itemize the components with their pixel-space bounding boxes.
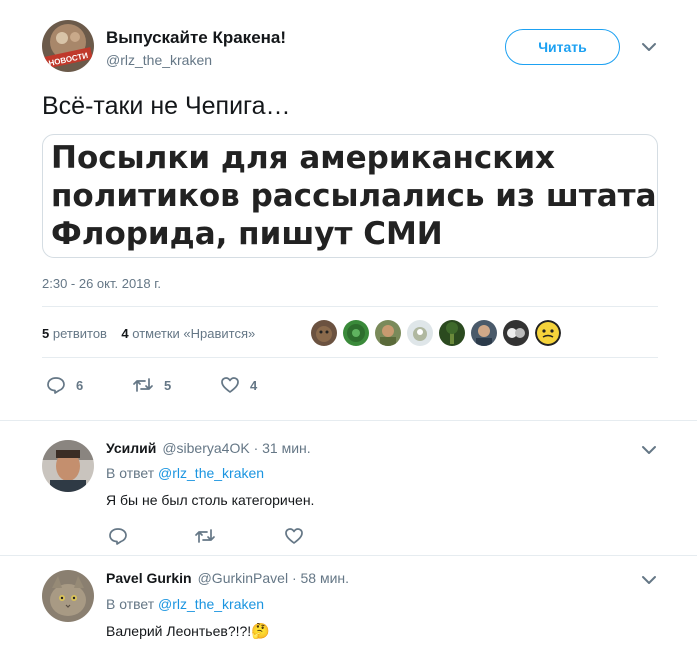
chevron-down-icon[interactable] xyxy=(640,38,658,56)
liker-avatar[interactable] xyxy=(439,320,465,346)
like-count[interactable]: 4 xyxy=(121,326,128,341)
retweet-count[interactable]: 5 xyxy=(42,326,49,341)
liker-avatar[interactable] xyxy=(407,320,433,346)
divider xyxy=(42,306,658,307)
reply-author-name[interactable]: Усилий xyxy=(106,440,156,456)
retweet-icon xyxy=(133,378,153,392)
in-reply-prefix: В ответ xyxy=(106,596,155,612)
chevron-down-icon[interactable] xyxy=(640,571,658,589)
reply-header: Усилий @siberya4OK · 31 мин. xyxy=(106,440,311,456)
in-reply-to-link[interactable]: @rlz_the_kraken xyxy=(158,596,264,612)
tweet-timestamp[interactable]: 2:30 - 26 окт. 2018 г. xyxy=(42,276,161,291)
reply-button[interactable]: 6 xyxy=(46,376,83,394)
retweet-button[interactable]: 5 xyxy=(132,376,171,394)
reply-author-name[interactable]: Pavel Gurkin xyxy=(106,570,192,586)
in-reply-prefix: В ответ xyxy=(106,465,155,481)
reply-retweet-button[interactable] xyxy=(194,527,216,550)
media-card[interactable]: Посылки для американских политиков рассы… xyxy=(42,134,658,258)
like-button[interactable]: 4 xyxy=(220,376,257,394)
liker-avatar[interactable] xyxy=(503,320,529,346)
liker-avatar[interactable] xyxy=(343,320,369,346)
card-headline-line: политиков рассылались из штата xyxy=(51,178,657,214)
reply-like-button[interactable] xyxy=(284,527,304,550)
reply-reply-button[interactable] xyxy=(108,527,128,550)
tweet-stats: 5 ретвитов 4 отметки «Нравится» xyxy=(42,326,255,341)
in-reply-to-link[interactable]: @rlz_the_kraken xyxy=(158,465,264,481)
retweet-icon xyxy=(195,529,215,543)
thinking-face-icon: 🤔 xyxy=(251,623,270,640)
reply-author-handle[interactable]: @GurkinPavel · 58 мин. xyxy=(198,570,349,586)
reply-count: 6 xyxy=(76,377,84,393)
liker-avatar[interactable] xyxy=(375,320,401,346)
reply-avatar[interactable] xyxy=(42,440,94,492)
retweet-action-count: 5 xyxy=(164,377,172,393)
card-headline: Посылки для американских политиков рассы… xyxy=(51,139,657,253)
reply-text: Я бы не был столь категоричен. xyxy=(106,492,315,508)
reply-text: Валерий Леонтьев?!?!🤔 xyxy=(106,622,270,640)
author-avatar[interactable]: НОВОСТИ xyxy=(42,20,94,72)
divider xyxy=(42,357,658,358)
reply-icon xyxy=(47,377,65,394)
liker-avatar[interactable] xyxy=(471,320,497,346)
like-count-label[interactable]: отметки «Нравится» xyxy=(132,326,255,341)
heart-icon xyxy=(285,528,303,544)
heart-icon xyxy=(221,377,239,393)
like-action-count: 4 xyxy=(250,377,258,393)
author-display-name[interactable]: Выпускайте Кракена! xyxy=(106,28,286,48)
card-headline-line: Посылки для американских xyxy=(51,140,556,176)
section-divider xyxy=(0,555,697,556)
follow-button[interactable]: Читать xyxy=(505,29,620,65)
liker-avatar[interactable] xyxy=(535,320,561,346)
liker-avatar[interactable] xyxy=(311,320,337,346)
reply-header: Pavel Gurkin @GurkinPavel · 58 мин. xyxy=(106,570,349,586)
tweet-text: Всё-таки не Чепига… xyxy=(42,92,291,120)
in-reply-to: В ответ @rlz_the_kraken xyxy=(106,596,264,612)
retweet-count-label[interactable]: ретвитов xyxy=(53,326,107,341)
card-headline-line: Флорида, пишут СМИ xyxy=(51,216,443,252)
section-divider xyxy=(0,420,697,421)
reply-avatar[interactable] xyxy=(42,570,94,622)
in-reply-to: В ответ @rlz_the_kraken xyxy=(106,465,264,481)
reply-icon xyxy=(109,528,127,545)
author-screen-name[interactable]: @rlz_the_kraken xyxy=(106,52,212,68)
reply-text-body: Валерий Леонтьев?!?! xyxy=(106,623,252,639)
reply-author-handle[interactable]: @siberya4OK · 31 мин. xyxy=(162,440,310,456)
chevron-down-icon[interactable] xyxy=(640,441,658,459)
